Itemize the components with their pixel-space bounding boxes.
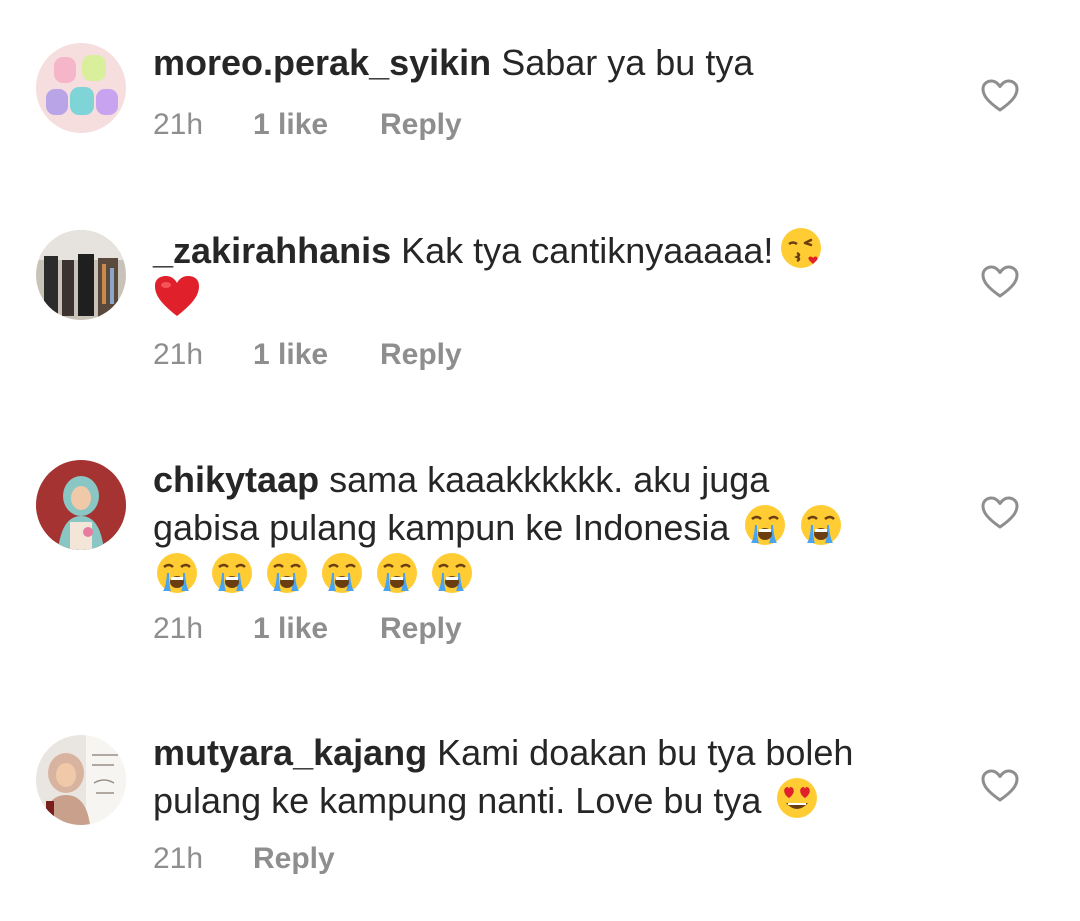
comment-time: 21h [153,842,204,875]
avatar[interactable] [36,43,126,133]
loudly-crying-face-emoji [155,551,199,595]
loudly-crying-face-emoji [320,551,364,595]
comment-time: 21h [153,612,204,645]
comment-text: Kak tya cantiknyaaaaa! [401,230,774,271]
reply-button[interactable]: Reply [253,842,335,876]
comment-likes[interactable]: 1 like [253,108,380,142]
comment-username[interactable]: mutyara_kajang [153,732,427,773]
like-heart-icon[interactable] [981,769,1019,803]
loudly-crying-face-emoji [265,551,309,595]
face-blowing-kiss-emoji [779,226,823,270]
comment-username[interactable]: moreo.perak_syikin [153,42,491,83]
comment-meta: 21h Reply [153,842,335,876]
avatar[interactable] [36,735,126,825]
loudly-crying-face-emoji [430,551,474,595]
comment-text-line2: pulang ke kampung nanti. Love bu tya [153,780,762,821]
like-heart-icon[interactable] [981,79,1019,113]
comment-time: 21h [153,338,204,371]
avatar[interactable] [36,230,126,320]
comment-username[interactable]: chikytaap [153,459,319,500]
comment-text-line2: gabisa pulang kampun ke Indonesia [153,507,730,548]
comment-body: chikytaap sama kaaakkkkkk. aku juga gabi… [153,457,933,599]
loudly-crying-face-emoji [799,503,843,547]
comment-username[interactable]: _zakirahhanis [153,230,391,271]
comment-meta: 21h 1 like Reply [153,612,462,646]
comment-meta: 21h 1 like Reply [153,338,462,372]
comment-time: 21h [153,108,204,141]
loudly-crying-face-emoji [210,551,254,595]
comment-text-line1: sama kaaakkkkkk. aku juga [329,459,770,500]
loudly-crying-face-emoji [743,503,787,547]
comment-text-line1: Kami doakan bu tya boleh [437,732,854,773]
like-heart-icon[interactable] [981,496,1019,530]
comment-likes[interactable]: 1 like [253,612,380,646]
comment-likes[interactable]: 1 like [253,338,380,372]
avatar[interactable] [36,460,126,550]
comment-body: _zakirahhanis Kak tya cantiknyaaaaa! [153,226,933,322]
comment-meta: 21h 1 like Reply [153,108,462,142]
loudly-crying-face-emoji [375,551,419,595]
comment-body: moreo.perak_syikin Sabar ya bu tya [153,40,933,86]
comment-text: Sabar ya bu tya [501,42,754,83]
red-heart-emoji [153,274,201,318]
reply-button[interactable]: Reply [380,612,462,646]
comment-body: mutyara_kajang Kami doakan bu tya boleh … [153,730,933,824]
like-heart-icon[interactable] [981,265,1019,299]
heart-eyes-face-emoji [775,776,819,820]
reply-button[interactable]: Reply [380,338,462,372]
reply-button[interactable]: Reply [380,108,462,142]
